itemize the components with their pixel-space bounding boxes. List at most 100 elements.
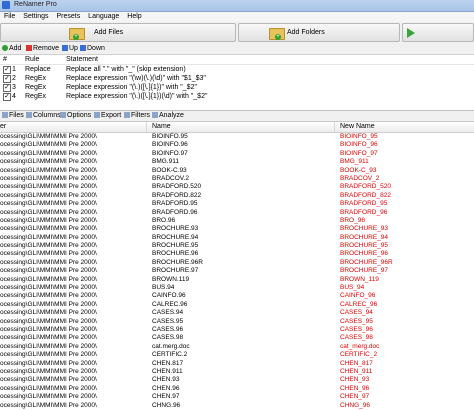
rename-button[interactable] — [402, 23, 474, 42]
file-row[interactable]: ocessing\GLI\MMI\MMI Pre 2000\ BROCHURE.9… — [0, 225, 474, 233]
add-files-button[interactable]: + Add Files — [0, 23, 236, 42]
file-row[interactable]: ocessing\GLI\MMI\MMI Pre 2000\ CHEN.817 CH… — [0, 360, 474, 368]
file-row[interactable]: ocessing\GLI\MMI\MMI Pre 2000\ cat.merg.d… — [0, 343, 474, 351]
file-row[interactable]: ocessing\GLI\MMI\MMI Pre 2000\ BMG.911 BMG… — [0, 158, 474, 166]
rule-checkbox[interactable]: ✓ — [3, 66, 11, 74]
file-new-name: BUS_94 — [340, 284, 365, 292]
export-menu-button[interactable]: Export — [94, 111, 121, 121]
files-col-folder[interactable]: er — [0, 123, 6, 130]
file-row[interactable]: ocessing\GLI\MMI\MMI Pre 2000\ BROCHURE.9… — [0, 242, 474, 250]
file-path: ocessing\GLI\MMI\MMI Pre 2000\ — [0, 242, 97, 250]
file-row[interactable]: ocessing\GLI\MMI\MMI Pre 2000\ CALREC.96 C… — [0, 301, 474, 309]
rules-table: # Rule Statement ✓ 1 Replace Replace all… — [0, 54, 474, 111]
file-new-name: CASES_96 — [340, 325, 373, 333]
file-path: ocessing\GLI\MMI\MMI Pre 2000\ — [0, 317, 97, 325]
columns-icon — [26, 112, 32, 118]
file-name: CHEN.97 — [152, 393, 180, 401]
file-new-name: BRADCOV_2 — [340, 174, 380, 182]
rules-col-num: # — [3, 56, 7, 63]
file-row[interactable]: ocessing\GLI\MMI\MMI Pre 2000\ CASES.96 CA… — [0, 326, 474, 334]
down-arrow-icon — [80, 45, 86, 51]
file-row[interactable]: ocessing\GLI\MMI\MMI Pre 2000\ BRADFORD.9… — [0, 209, 474, 217]
file-row[interactable]: ocessing\GLI\MMI\MMI Pre 2000\ BRADFORD.9… — [0, 200, 474, 208]
file-row[interactable]: ocessing\GLI\MMI\MMI Pre 2000\ BIOINFO.97… — [0, 150, 474, 158]
file-name: cat.merg.doc — [152, 342, 190, 350]
file-row[interactable]: ocessing\GLI\MMI\MMI Pre 2000\ BUS.94 BUS_… — [0, 284, 474, 292]
file-name: CHEN.817 — [152, 359, 184, 367]
file-path: ocessing\GLI\MMI\MMI Pre 2000\ — [0, 149, 97, 157]
menu-settings[interactable]: Settings — [23, 12, 48, 22]
file-row[interactable]: ocessing\GLI\MMI\MMI Pre 2000\ BROCHURE.9… — [0, 259, 474, 267]
file-row[interactable]: ocessing\GLI\MMI\MMI Pre 2000\ CHEN.93 CHE… — [0, 376, 474, 384]
file-path: ocessing\GLI\MMI\MMI Pre 2000\ — [0, 284, 97, 292]
file-new-name: CASES_94 — [340, 309, 373, 317]
file-new-name: BRADFORD_520 — [340, 183, 391, 191]
files-col-new-name[interactable]: New Name — [340, 123, 375, 130]
menu-language[interactable]: Language — [88, 12, 119, 22]
rule-row[interactable]: ✓ 4 RegEx Replace expression "(\.)([\.]{… — [0, 92, 474, 101]
filters-menu-button[interactable]: Filters — [124, 111, 150, 121]
rule-checkbox[interactable]: ✓ — [3, 75, 11, 83]
file-path: ocessing\GLI\MMI\MMI Pre 2000\ — [0, 141, 97, 149]
file-row[interactable]: ocessing\GLI\MMI\MMI Pre 2000\ CASES.94 CA… — [0, 309, 474, 317]
files-menu-button[interactable]: Files — [2, 111, 24, 121]
rule-row[interactable]: ✓ 1 Replace Replace all "." with "_" (sk… — [0, 65, 474, 74]
file-name: CALREC.96 — [152, 300, 188, 308]
file-row[interactable]: ocessing\GLI\MMI\MMI Pre 2000\ CHEN.97 CHE… — [0, 393, 474, 401]
options-menu-button[interactable]: Options — [60, 111, 91, 121]
file-new-name: CALREC_96 — [340, 300, 378, 308]
file-name: CHEN.96 — [152, 384, 180, 392]
file-row[interactable]: ocessing\GLI\MMI\MMI Pre 2000\ BROCHURE.9… — [0, 267, 474, 275]
move-up-button[interactable]: Up — [62, 44, 78, 54]
file-name: BROWN.119 — [152, 275, 190, 283]
file-row[interactable]: ocessing\GLI\MMI\MMI Pre 2000\ CASES.98 CA… — [0, 334, 474, 342]
file-row[interactable]: ocessing\GLI\MMI\MMI Pre 2000\ BRADCOV.2 B… — [0, 175, 474, 183]
file-path: ocessing\GLI\MMI\MMI Pre 2000\ — [0, 208, 97, 216]
files-col-name[interactable]: Name — [152, 123, 171, 130]
menu-help[interactable]: Help — [127, 12, 141, 22]
file-row[interactable]: ocessing\GLI\MMI\MMI Pre 2000\ CASES.95 CA… — [0, 318, 474, 326]
file-row[interactable]: ocessing\GLI\MMI\MMI Pre 2000\ BRADFORD.5… — [0, 183, 474, 191]
file-row[interactable]: ocessing\GLI\MMI\MMI Pre 2000\ BIOINFO.96… — [0, 141, 474, 149]
file-row[interactable]: ocessing\GLI\MMI\MMI Pre 2000\ BROWN.119 B… — [0, 276, 474, 284]
remove-icon — [26, 45, 32, 51]
up-arrow-icon — [62, 45, 68, 51]
main-toolbar: + Add Files + Add Folders — [0, 22, 474, 45]
menu-presets[interactable]: Presets — [56, 12, 80, 22]
file-row[interactable]: ocessing\GLI\MMI\MMI Pre 2000\ BOOK-C.93 B… — [0, 167, 474, 175]
file-new-name: CERTIFIC_2 — [340, 351, 378, 359]
move-down-button[interactable]: Down — [80, 44, 105, 54]
file-row[interactable]: ocessing\GLI\MMI\MMI Pre 2000\ BROCHURE.9… — [0, 250, 474, 258]
file-path: ocessing\GLI\MMI\MMI Pre 2000\ — [0, 250, 97, 258]
file-row[interactable]: ocessing\GLI\MMI\MMI Pre 2000\ CHEN.911 CH… — [0, 368, 474, 376]
file-row[interactable]: ocessing\GLI\MMI\MMI Pre 2000\ BRO.96 BRO_… — [0, 217, 474, 225]
rule-checkbox[interactable]: ✓ — [3, 93, 11, 101]
rule-row[interactable]: ✓ 3 RegEx Replace expression "(\.)([\.]{… — [0, 83, 474, 92]
file-path: ocessing\GLI\MMI\MMI Pre 2000\ — [0, 183, 97, 191]
file-new-name: CHEN_93 — [340, 376, 370, 384]
file-name: BRADCOV.2 — [152, 174, 189, 182]
add-folders-button[interactable]: + Add Folders — [238, 23, 400, 42]
add-folders-label: Add Folders — [287, 29, 325, 36]
file-name: BRO.96 — [152, 216, 176, 224]
file-new-name: BRADFORD_96 — [340, 208, 388, 216]
rule-checkbox[interactable]: ✓ — [3, 84, 11, 92]
file-row[interactable]: ocessing\GLI\MMI\MMI Pre 2000\ BIOINFO.95… — [0, 133, 474, 141]
file-row[interactable]: ocessing\GLI\MMI\MMI Pre 2000\ CHEN.96 CHE… — [0, 385, 474, 393]
file-row[interactable]: ocessing\GLI\MMI\MMI Pre 2000\ BRADFORD.8… — [0, 192, 474, 200]
add-rule-button[interactable]: Add — [2, 44, 21, 54]
rule-row[interactable]: ✓ 2 RegEx Replace expression "(\w)(\.)(\… — [0, 74, 474, 83]
analyze-menu-button[interactable]: Analyze — [152, 111, 184, 121]
menu-file[interactable]: File — [4, 12, 15, 22]
file-row[interactable]: ocessing\GLI\MMI\MMI Pre 2000\ BROCHURE.9… — [0, 234, 474, 242]
file-path: ocessing\GLI\MMI\MMI Pre 2000\ — [0, 384, 97, 392]
file-name: CHNG.96 — [152, 401, 181, 409]
remove-rule-button[interactable]: Remove — [26, 44, 59, 54]
rules-header: # Rule Statement — [0, 55, 474, 65]
file-name: CAINFO.96 — [152, 292, 186, 300]
columns-menu-button[interactable]: Columns — [26, 111, 61, 121]
files-toolbar: Files Columns Options Export Filters Ana… — [0, 111, 474, 122]
file-row[interactable]: ocessing\GLI\MMI\MMI Pre 2000\ CERTIFIC.2… — [0, 351, 474, 359]
file-row[interactable]: ocessing\GLI\MMI\MMI Pre 2000\ CAINFO.96 C… — [0, 292, 474, 300]
file-row[interactable]: ocessing\GLI\MMI\MMI Pre 2000\ CHNG.96 CHN… — [0, 402, 474, 410]
